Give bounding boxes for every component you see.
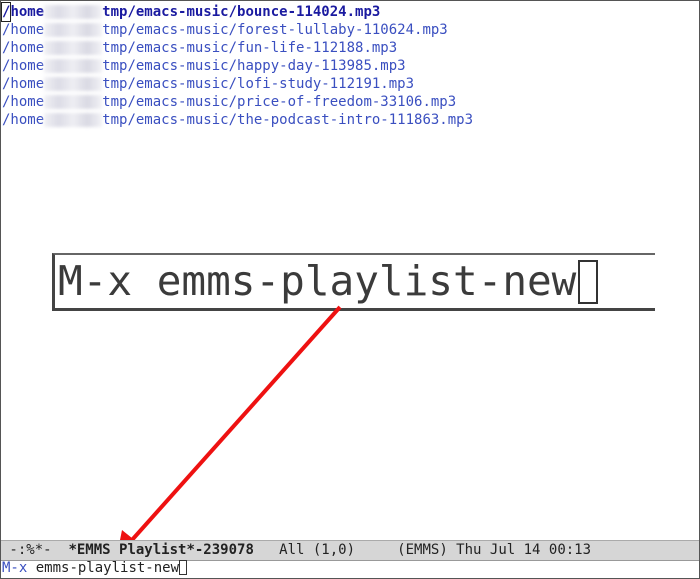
- minibuffer-input[interactable]: emms-playlist-new: [27, 560, 179, 576]
- arrow-shaft: [130, 305, 342, 542]
- mode-line: -:%*- *EMMS Playlist*-239078 All (1,0) (…: [1, 540, 699, 561]
- modeline-datetime: Thu Jul 14 00:13: [447, 542, 592, 558]
- annotation-arrow: [116, 305, 342, 560]
- minibuffer-cursor: [179, 560, 188, 575]
- modeline-position: All (1,0): [253, 542, 398, 558]
- modeline-mode: (EMMS): [397, 542, 448, 558]
- minibuffer-prompt: M-x: [2, 560, 28, 576]
- minibuffer[interactable]: M-x emms-playlist-new: [2, 560, 188, 577]
- modeline-buffer-name: *EMMS Playlist*-239078: [68, 542, 254, 558]
- modeline-status: -:%*-: [1, 542, 69, 558]
